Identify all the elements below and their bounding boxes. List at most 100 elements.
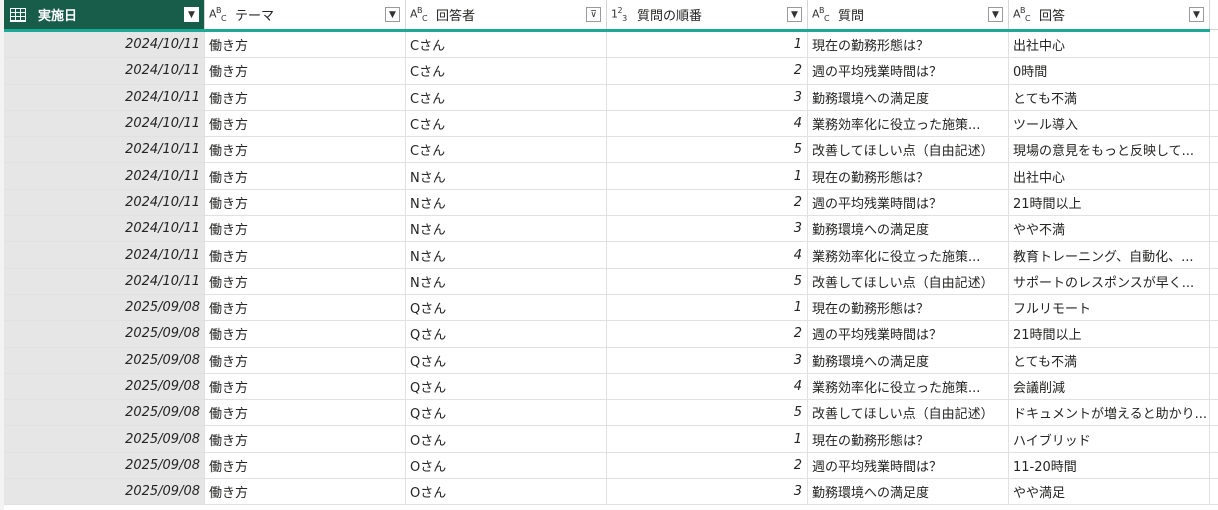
table-row[interactable]: 2024/10/11 働き方 Cさん 1 現在の勤務形態は？ 出社中心 — [4, 32, 1218, 59]
cell-theme[interactable]: 働き方 — [205, 84, 406, 110]
cell-theme[interactable]: 働き方 — [205, 32, 406, 58]
cell-answer[interactable]: サポートのレスポンスが早く... — [1009, 268, 1210, 294]
cell-question[interactable]: 現在の勤務形態は？ — [808, 426, 1009, 452]
text-type-icon[interactable]: ABC — [812, 6, 836, 23]
cell-date[interactable]: 2025/09/08 — [4, 373, 205, 400]
cell-theme[interactable]: 働き方 — [205, 163, 406, 189]
column-header-theme[interactable]: ABC テーマ ▼ — [205, 0, 406, 29]
cell-order[interactable]: 4 — [607, 110, 808, 137]
cell-theme[interactable]: 働き方 — [205, 479, 406, 505]
column-header-question[interactable]: ABC 質問 ▼ — [808, 0, 1009, 29]
cell-answer[interactable]: 会議削減 — [1009, 373, 1210, 400]
cell-answer[interactable]: 出社中心 — [1009, 163, 1210, 189]
filter-icon[interactable]: ⊽ — [586, 7, 601, 22]
cell-question[interactable]: 週の平均残業時間は？ — [808, 321, 1009, 347]
cell-question[interactable]: 勤務環境への満足度 — [808, 84, 1009, 110]
table-row[interactable]: 2024/10/11 働き方 Cさん 2 週の平均残業時間は？ 0時間 — [4, 58, 1218, 85]
table-row[interactable]: 2024/10/11 働き方 Nさん 4 業務効率化に役立った施策... 教育トレーニング… — [4, 242, 1218, 269]
cell-answer[interactable]: 21時間以上 — [1009, 321, 1210, 347]
cell-order[interactable]: 4 — [607, 242, 808, 268]
cell-respondent[interactable]: Cさん — [406, 32, 607, 58]
cell-order[interactable]: 2 — [607, 452, 808, 479]
cell-question[interactable]: 週の平均残業時間は？ — [808, 452, 1009, 479]
cell-answer[interactable]: 0時間 — [1009, 58, 1210, 84]
cell-order[interactable]: 5 — [607, 268, 808, 294]
cell-question[interactable]: 週の平均残業時間は？ — [808, 58, 1009, 84]
cell-order[interactable]: 1 — [607, 426, 808, 452]
table-row[interactable]: 2025/09/08 働き方 Qさん 4 業務効率化に役立った施策... 会議削減 — [4, 373, 1218, 401]
cell-respondent[interactable]: Nさん — [406, 216, 607, 242]
cell-theme[interactable]: 働き方 — [205, 400, 406, 426]
cell-question[interactable]: 業務効率化に役立った施策... — [808, 373, 1009, 400]
table-row[interactable]: 2025/09/08 働き方 Qさん 2 週の平均残業時間は？ 21時間以上 — [4, 321, 1218, 348]
cell-respondent[interactable]: Qさん — [406, 373, 607, 400]
chevron-down-icon[interactable]: ▼ — [184, 7, 199, 22]
cell-order[interactable]: 2 — [607, 58, 808, 84]
cell-order[interactable]: 3 — [607, 84, 808, 110]
cell-question[interactable]: 現在の勤務形態は？ — [808, 163, 1009, 189]
table-row[interactable]: 2024/10/11 働き方 Nさん 1 現在の勤務形態は？ 出社中心 — [4, 163, 1218, 190]
cell-answer[interactable]: フルリモート — [1009, 294, 1210, 321]
cell-date[interactable]: 2025/09/08 — [4, 294, 205, 321]
cell-theme[interactable]: 働き方 — [205, 321, 406, 347]
cell-order[interactable]: 5 — [607, 400, 808, 426]
table-icon[interactable] — [10, 7, 26, 22]
cell-order[interactable]: 5 — [607, 137, 808, 163]
table-row[interactable]: 2024/10/11 働き方 Cさん 3 勤務環境への満足度 とても不満 — [4, 84, 1218, 111]
cell-order[interactable]: 4 — [607, 373, 808, 400]
cell-question[interactable]: 現在の勤務形態は？ — [808, 294, 1009, 321]
cell-respondent[interactable]: Cさん — [406, 110, 607, 137]
cell-date[interactable]: 2025/09/08 — [4, 347, 205, 373]
cell-theme[interactable]: 働き方 — [205, 242, 406, 268]
cell-date[interactable]: 2025/09/08 — [4, 452, 205, 479]
cell-date[interactable]: 2024/10/11 — [4, 110, 205, 137]
cell-answer[interactable]: とても不満 — [1009, 347, 1210, 373]
cell-order[interactable]: 1 — [607, 294, 808, 321]
cell-theme[interactable]: 働き方 — [205, 452, 406, 479]
cell-answer[interactable]: ツール導入 — [1009, 110, 1210, 137]
cell-date[interactable]: 2024/10/11 — [4, 163, 205, 189]
cell-date[interactable]: 2024/10/11 — [4, 137, 205, 163]
cell-respondent[interactable]: Cさん — [406, 137, 607, 163]
cell-theme[interactable]: 働き方 — [205, 216, 406, 242]
cell-theme[interactable]: 働き方 — [205, 268, 406, 294]
cell-respondent[interactable]: Nさん — [406, 163, 607, 189]
cell-question[interactable]: 週の平均残業時間は？ — [808, 189, 1009, 216]
cell-date[interactable]: 2025/09/08 — [4, 479, 205, 505]
table-row[interactable]: 2024/10/11 働き方 Nさん 3 勤務環境への満足度 やや不満 — [4, 216, 1218, 243]
cell-respondent[interactable]: Nさん — [406, 268, 607, 294]
cell-theme[interactable]: 働き方 — [205, 373, 406, 400]
cell-respondent[interactable]: Oさん — [406, 452, 607, 479]
cell-answer[interactable]: ドキュメントが増えると助かり... — [1009, 400, 1210, 426]
cell-question[interactable]: 改善してほしい点（自由記述） — [808, 400, 1009, 426]
text-type-icon[interactable]: ABC — [410, 6, 434, 23]
cell-question[interactable]: 現在の勤務形態は？ — [808, 32, 1009, 58]
cell-theme[interactable]: 働き方 — [205, 347, 406, 373]
chevron-down-icon[interactable]: ▼ — [385, 7, 400, 22]
cell-question[interactable]: 業務効率化に役立った施策... — [808, 110, 1009, 137]
cell-respondent[interactable]: Qさん — [406, 347, 607, 373]
chevron-down-icon[interactable]: ▼ — [787, 7, 802, 22]
cell-answer[interactable]: やや満足 — [1009, 479, 1210, 505]
column-header-answer[interactable]: ABC 回答 ▼ — [1009, 0, 1210, 29]
cell-question[interactable]: 勤務環境への満足度 — [808, 216, 1009, 242]
chevron-down-icon[interactable]: ▼ — [1189, 7, 1204, 22]
number-type-icon[interactable]: 123 — [611, 6, 635, 23]
cell-date[interactable]: 2024/10/11 — [4, 58, 205, 84]
cell-question[interactable]: 勤務環境への満足度 — [808, 347, 1009, 373]
cell-respondent[interactable]: Qさん — [406, 400, 607, 426]
cell-date[interactable]: 2024/10/11 — [4, 216, 205, 242]
cell-answer[interactable]: 現場の意見をもっと反映して... — [1009, 137, 1210, 163]
cell-respondent[interactable]: Oさん — [406, 426, 607, 452]
table-row[interactable]: 2025/09/08 働き方 Qさん 3 勤務環境への満足度 とても不満 — [4, 347, 1218, 374]
text-type-icon[interactable]: ABC — [209, 6, 233, 23]
text-type-icon[interactable]: ABC — [1013, 6, 1037, 23]
cell-order[interactable]: 2 — [607, 189, 808, 216]
cell-question[interactable]: 業務効率化に役立った施策... — [808, 242, 1009, 268]
table-row[interactable]: 2025/09/08 働き方 Oさん 3 勤務環境への満足度 やや満足 — [4, 479, 1218, 506]
column-header-order[interactable]: 123 質問の順番 ▼ — [607, 0, 808, 29]
cell-date[interactable]: 2025/09/08 — [4, 321, 205, 347]
cell-theme[interactable]: 働き方 — [205, 58, 406, 84]
table-row[interactable]: 2025/09/08 働き方 Qさん 5 改善してほしい点（自由記述） ドキュメントが増え… — [4, 400, 1218, 427]
table-row[interactable]: 2025/09/08 働き方 Qさん 1 現在の勤務形態は？ フルリモート — [4, 294, 1218, 322]
